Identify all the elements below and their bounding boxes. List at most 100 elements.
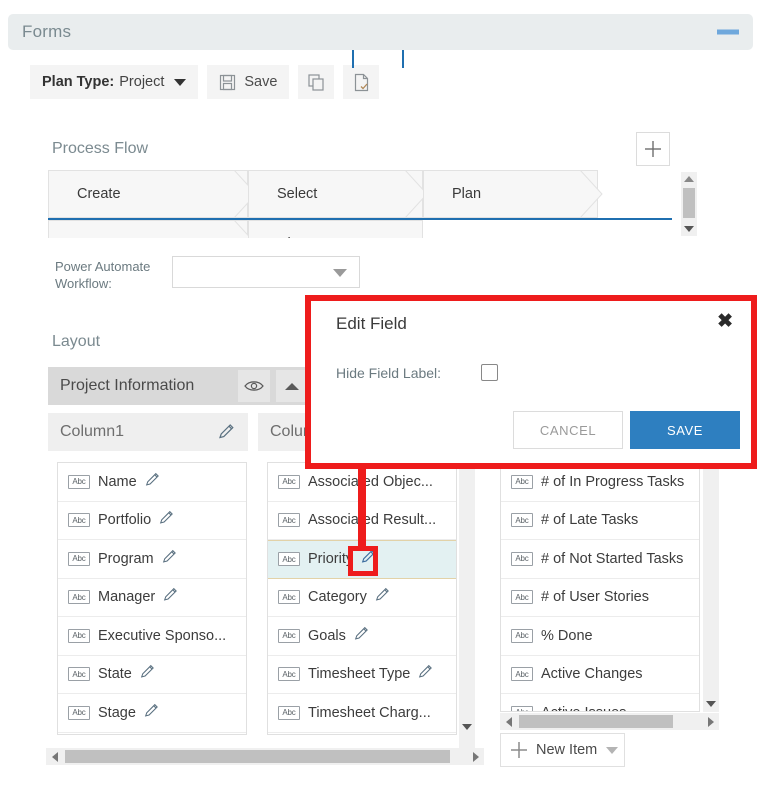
scroll-right-icon[interactable] xyxy=(702,713,719,730)
cancel-button[interactable]: CANCEL xyxy=(513,411,623,449)
new-document-icon xyxy=(352,73,371,92)
scroll-down-icon[interactable] xyxy=(459,719,475,735)
pencil-icon[interactable] xyxy=(417,663,434,685)
list-item[interactable]: Abc Goals xyxy=(268,617,456,656)
scroll-left-icon[interactable] xyxy=(46,748,63,765)
list-item[interactable]: Abc Stage xyxy=(58,694,246,733)
process-step-close[interactable]: Close xyxy=(248,220,423,238)
minimize-icon[interactable] xyxy=(717,29,739,35)
forms-designer-page: Forms Plan Type: Project Save Process Fl… xyxy=(0,0,761,789)
copy-button[interactable] xyxy=(298,65,335,99)
field-type-badge: Abc xyxy=(511,474,533,489)
field-type-badge: Abc xyxy=(68,590,90,605)
process-step-manage[interactable]: Manage xyxy=(48,220,248,238)
field-label: Category xyxy=(308,589,367,606)
process-step-create[interactable]: Create xyxy=(48,170,248,218)
column-header-column1[interactable]: Column1 xyxy=(48,413,248,451)
plan-type-dropdown[interactable]: Plan Type: Project xyxy=(30,65,199,99)
scrollbar-thumb[interactable] xyxy=(519,715,673,728)
field-label: # of In Progress Tasks xyxy=(541,473,685,490)
close-icon[interactable]: ✖ xyxy=(717,312,733,331)
pencil-icon[interactable] xyxy=(139,663,156,685)
field-label: # of Not Started Tasks xyxy=(541,550,684,567)
chevron-up-icon[interactable] xyxy=(276,370,308,402)
field-label: # of User Stories xyxy=(541,589,649,606)
field-type-badge: Abc xyxy=(278,590,300,605)
scroll-up-icon[interactable] xyxy=(681,172,697,186)
save-button[interactable]: SAVE xyxy=(630,411,740,449)
scroll-down-icon[interactable] xyxy=(703,696,719,712)
list-item[interactable]: Abc Executive Sponso... xyxy=(58,617,246,656)
power-automate-workflow-select[interactable] xyxy=(172,256,360,288)
list-item[interactable]: Abc Program xyxy=(58,540,246,579)
list-item[interactable]: Abc # of Late Tasks xyxy=(501,501,699,540)
list-item[interactable]: Abc Name xyxy=(58,463,246,502)
field-label: Executive Sponso... xyxy=(98,627,227,644)
pencil-icon[interactable] xyxy=(360,548,377,570)
field-label: State xyxy=(98,666,132,683)
field-label: % Done xyxy=(541,627,593,644)
scrollbar-thumb[interactable] xyxy=(683,188,695,218)
field-type-badge: Abc xyxy=(511,590,533,605)
field-type-badge: Abc xyxy=(278,628,300,643)
list-item[interactable]: Abc State xyxy=(58,655,246,694)
list-item[interactable]: Abc Active Changes xyxy=(501,655,699,694)
column3-horizontal-scrollbar[interactable] xyxy=(500,713,719,730)
field-label: Associated Objec... xyxy=(308,473,433,490)
field-type-badge: Abc xyxy=(278,513,300,528)
page-title: Forms xyxy=(22,22,72,41)
field-label: Portfolio xyxy=(98,512,152,529)
toolbar: Plan Type: Project Save xyxy=(30,65,380,99)
edit-field-dialog: Edit Field ✖ Hide Field Label: CANCEL SA… xyxy=(305,295,757,469)
list-item[interactable]: Abc Portfolio xyxy=(58,501,246,540)
list-item[interactable]: Abc % Done xyxy=(501,617,699,656)
pencil-icon[interactable] xyxy=(143,702,160,724)
list-item[interactable]: Abc # of Not Started Tasks xyxy=(501,540,699,579)
field-type-badge: Abc xyxy=(68,474,90,489)
column2-vertical-scrollbar[interactable] xyxy=(459,462,475,735)
list-item[interactable]: Abc # of User Stories xyxy=(501,578,699,617)
scroll-down-icon[interactable] xyxy=(681,222,697,236)
layout-title: Layout xyxy=(52,333,101,350)
save-button-label: Save xyxy=(244,74,278,90)
list-item[interactable]: Abc Timesheet Type xyxy=(268,655,456,694)
new-item-button[interactable]: New Item xyxy=(500,733,625,767)
pencil-icon[interactable] xyxy=(353,625,370,647)
new-document-button[interactable] xyxy=(343,65,380,99)
field-label: # of Late Tasks xyxy=(541,512,639,529)
pencil-icon[interactable] xyxy=(162,586,179,608)
pencil-icon[interactable] xyxy=(158,509,175,531)
add-process-step-button[interactable] xyxy=(636,132,670,166)
annotation-connector-line xyxy=(358,466,366,548)
field-list-column1: Abc Name Abc Portfolio Abc Program Abc M… xyxy=(57,462,247,735)
layout-section-project-information[interactable]: Project Information xyxy=(48,367,318,405)
pencil-icon[interactable] xyxy=(217,422,236,446)
list-item[interactable]: Abc Manager xyxy=(58,578,246,617)
scrollbar-thumb[interactable] xyxy=(65,750,450,763)
field-label: Manager xyxy=(98,589,156,606)
field-label: Name xyxy=(98,473,137,490)
eye-icon[interactable] xyxy=(238,370,270,402)
list-item[interactable]: Abc Active Issues xyxy=(501,694,699,711)
list-item[interactable]: Abc Category xyxy=(268,578,456,617)
process-flow-active-indicator xyxy=(352,50,404,68)
plan-type-label: Plan Type: xyxy=(42,74,115,90)
scroll-left-icon[interactable] xyxy=(500,713,517,730)
save-button[interactable]: Save xyxy=(207,65,290,99)
pencil-icon[interactable] xyxy=(144,471,161,493)
window-header: Forms xyxy=(8,14,753,50)
pencil-icon[interactable] xyxy=(374,586,391,608)
process-step-label: Select xyxy=(277,186,318,202)
pencil-icon[interactable] xyxy=(161,548,178,570)
hide-field-label-checkbox[interactable] xyxy=(481,364,499,381)
column3-vertical-scrollbar[interactable] xyxy=(703,462,719,712)
list-item[interactable]: Abc Timesheet Charg... xyxy=(268,694,456,733)
field-label: Active Changes xyxy=(541,666,643,683)
layout-horizontal-scrollbar[interactable] xyxy=(46,748,484,765)
field-label: Program xyxy=(98,550,154,567)
process-step-plan[interactable]: Plan xyxy=(423,170,598,218)
field-type-badge: Abc xyxy=(278,552,300,567)
process-flow-scrollbar[interactable] xyxy=(681,172,697,236)
dialog-title: Edit Field xyxy=(336,314,407,333)
process-step-select[interactable]: Select xyxy=(248,170,423,218)
